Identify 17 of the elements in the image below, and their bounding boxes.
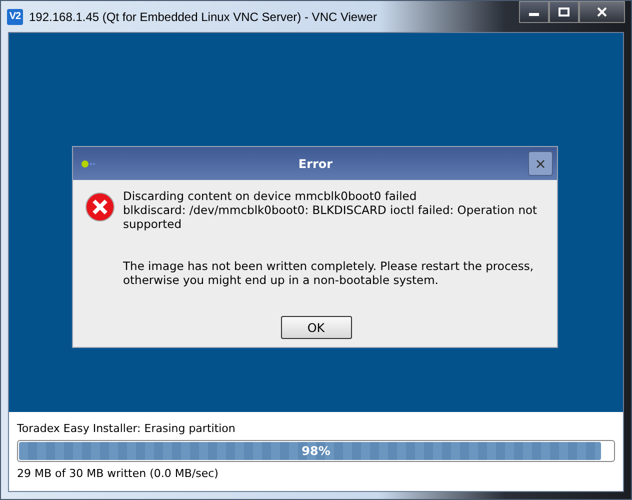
error-icon — [85, 192, 115, 222]
maximize-button[interactable] — [549, 1, 579, 23]
error-message: Discarding content on device mmcblk0boot0 failed blkdiscard: /dev/mmcblk0boot0: BLKDISCARD ioctl failed: Operation not supported — [123, 189, 538, 231]
status-label: Toradex Easy Installer: Erasing partition — [17, 422, 236, 435]
bug-icon — [81, 160, 97, 168]
progress-text: 98% — [300, 444, 332, 458]
maximize-icon — [558, 7, 570, 17]
minimize-button[interactable] — [519, 1, 549, 23]
app-logo: V2 — [7, 8, 23, 24]
window-title: 192.168.1.45 (Qt for Embedded Linux VNC Server) - VNC Viewer — [29, 10, 377, 24]
error-note: The image has not been written completely. Please restart the process, otherwise you might end up in a non-bootable system. — [123, 259, 534, 287]
close-button[interactable] — [579, 1, 625, 23]
ok-button[interactable]: OK — [280, 316, 352, 339]
dialog-close-button[interactable]: × — [528, 151, 553, 176]
close-icon — [596, 7, 608, 17]
dialog-title: Error — [297, 156, 334, 170]
progress-detail: 29 MB of 30 MB written (0.0 MB/sec) — [17, 467, 220, 480]
